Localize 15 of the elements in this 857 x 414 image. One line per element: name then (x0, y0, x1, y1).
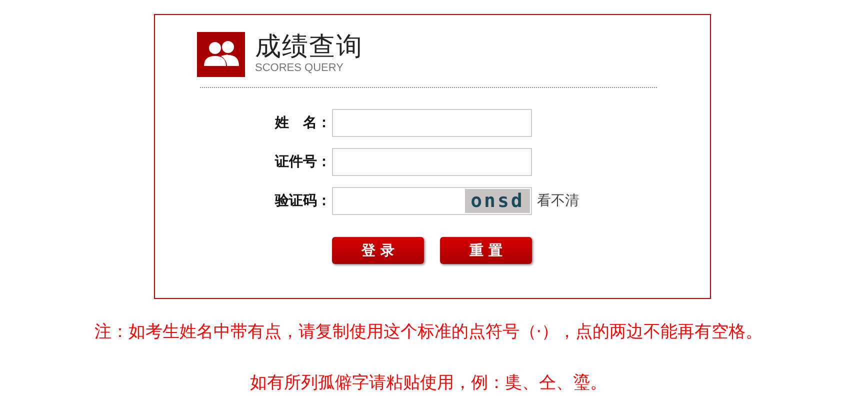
input-field[interactable] (332, 148, 532, 176)
page-subtitle: SCORES QUERY (255, 62, 344, 74)
users-icon (197, 32, 245, 77)
notice-text: 注：如考生姓名中带有点，请复制使用这个标准的点符号（·），点的两边不能再有空格。 (93, 321, 764, 343)
page-title: 成绩查询 (255, 32, 363, 62)
notice-text: 如有所列孤僻字请粘贴使用，例：奊、仝、瑬。 (249, 372, 608, 394)
input-field[interactable] (332, 109, 532, 137)
field-label: 姓 名： (274, 114, 332, 132)
field-label: 证件号： (274, 153, 332, 171)
refresh-link[interactable]: 看不清 (537, 192, 579, 210)
login-button[interactable]: 登 录 (332, 237, 424, 264)
captcha-image: onsd (465, 189, 530, 213)
field-label: 验证码： (274, 192, 332, 210)
reset-button[interactable]: 重 置 (440, 237, 532, 264)
captcha-field[interactable]: onsd (332, 187, 532, 215)
